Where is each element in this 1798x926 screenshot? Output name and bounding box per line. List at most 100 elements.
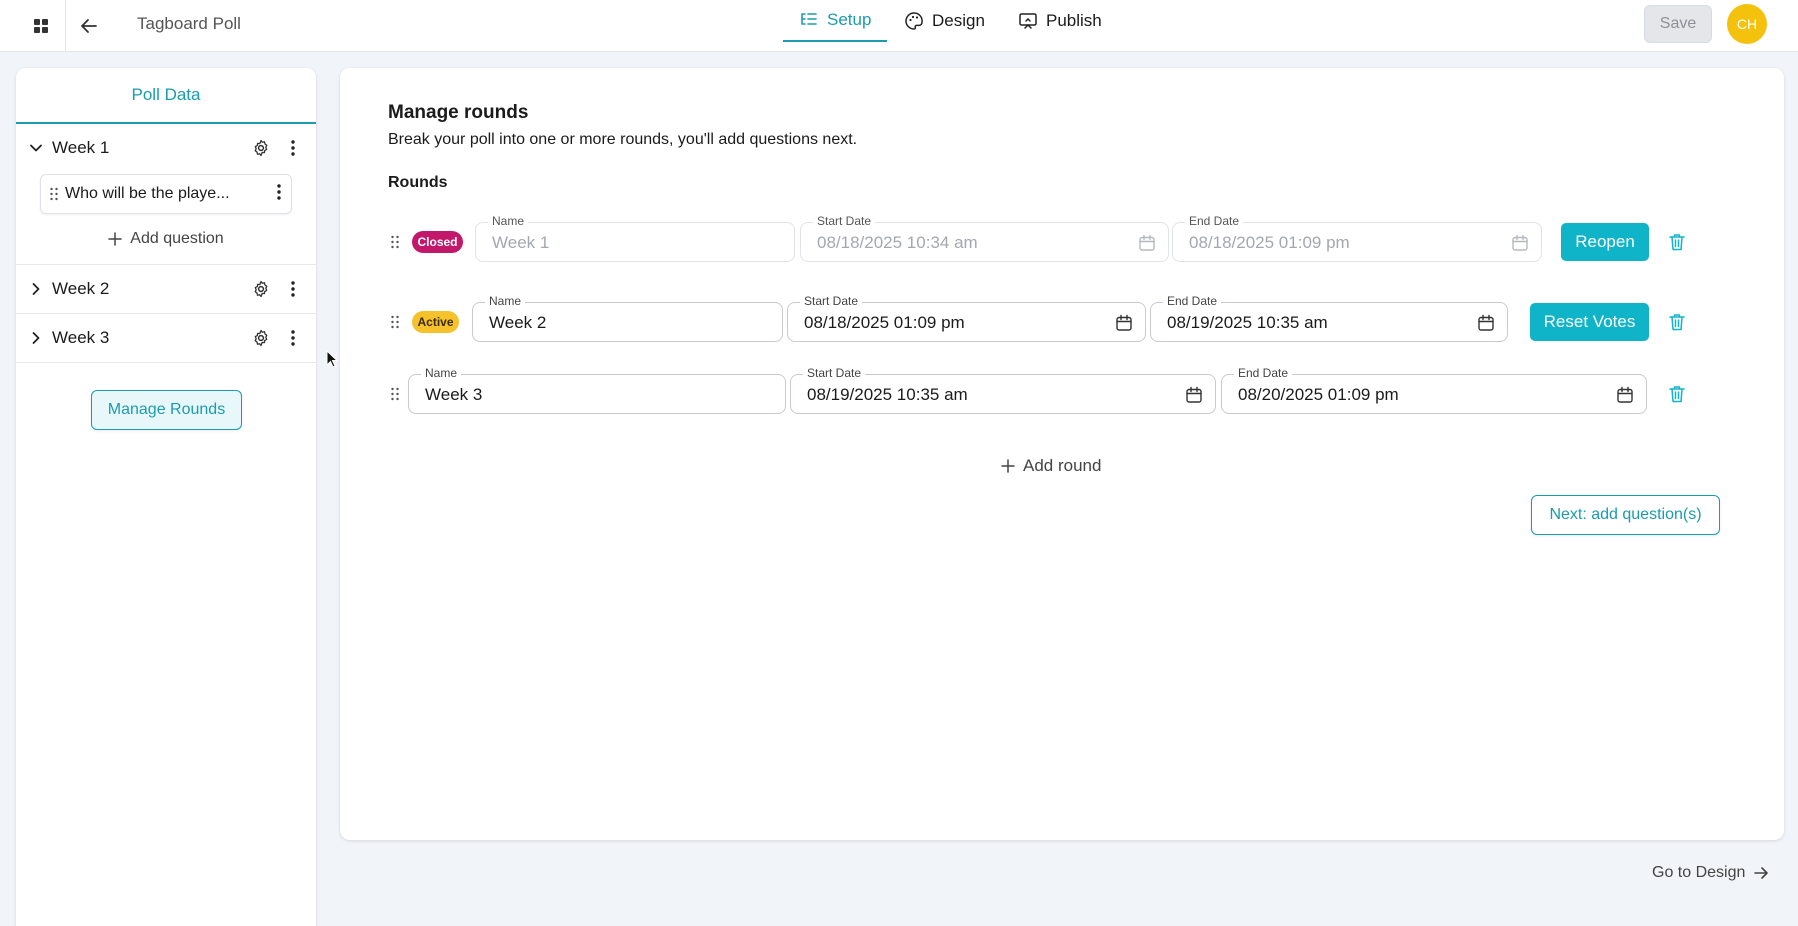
go-design-label: Go to Design [1652, 864, 1746, 881]
field-label: Name [488, 214, 529, 228]
status-badge-closed: Closed [412, 231, 463, 253]
sidebar-week-2: Week 2 [16, 265, 316, 314]
chevron-down-icon[interactable] [26, 138, 46, 158]
more-vertical-icon[interactable] [282, 278, 304, 300]
calendar-icon[interactable] [1138, 234, 1156, 252]
top-bar: Tagboard Poll Setup Design Publish Save … [0, 0, 1798, 52]
round-name-value: Week 3 [425, 385, 483, 404]
palette-icon [905, 12, 923, 30]
week-label: Week 1 [52, 138, 110, 157]
end-date-field[interactable]: End Date 08/20/2025 01:09 pm [1221, 366, 1647, 414]
add-question-button[interactable]: Add question [16, 214, 316, 264]
round-name-field[interactable]: Name Week 2 [472, 294, 783, 342]
reopen-button[interactable]: Reopen [1561, 223, 1649, 261]
calendar-icon[interactable] [1616, 386, 1634, 404]
calendar-icon[interactable] [1511, 234, 1529, 252]
save-button[interactable]: Save [1644, 5, 1712, 43]
manage-rounds-panel: Manage rounds Break your poll into one o… [340, 68, 1784, 840]
go-to-design-link[interactable]: Go to Design [1652, 864, 1769, 882]
question-label: Who will be the playe... [65, 185, 230, 202]
drag-handle-icon[interactable] [49, 186, 59, 207]
round-row: Name Week 3 Start Date 08/19/2025 10:35 … [388, 366, 1647, 414]
gear-icon[interactable] [250, 278, 272, 300]
drag-handle-icon[interactable] [388, 384, 402, 404]
field-label: End Date [1163, 294, 1222, 308]
calendar-icon[interactable] [1185, 386, 1203, 404]
tab-publish[interactable]: Publish [1018, 0, 1102, 42]
page-title: Manage rounds [388, 102, 529, 123]
apps-grid-icon[interactable] [27, 12, 55, 40]
avatar[interactable]: CH [1727, 4, 1767, 44]
add-round-label: Add round [1023, 456, 1102, 475]
gear-icon[interactable] [250, 327, 272, 349]
add-question-label: Add question [130, 230, 224, 247]
calendar-icon[interactable] [1477, 314, 1495, 332]
tab-label: Publish [1046, 11, 1102, 30]
trash-icon[interactable] [1667, 312, 1687, 332]
more-vertical-icon[interactable] [282, 137, 304, 159]
start-date-field[interactable]: Start Date 08/19/2025 10:35 am [790, 366, 1216, 414]
end-date-value: 08/18/2025 01:09 pm [1189, 233, 1350, 252]
tab-design[interactable]: Design [904, 0, 985, 42]
sidebar-tab-poll-data[interactable]: Poll Data [16, 68, 316, 124]
trash-icon[interactable] [1667, 232, 1687, 252]
sidebar-week-3: Week 3 [16, 314, 316, 363]
sidebar-week-1: Week 1 Who will be the playe... Add ques… [16, 124, 316, 265]
sidebar-item-week-3[interactable]: Week 3 [16, 314, 316, 362]
round-row: Active Name Week 2 Start Date 08/18/2025… [388, 294, 1548, 342]
more-vertical-icon[interactable] [277, 184, 281, 205]
end-date-field[interactable]: End Date 08/19/2025 10:35 am [1150, 294, 1508, 342]
start-date-value: 08/18/2025 01:09 pm [804, 313, 965, 332]
end-date-field[interactable]: End Date 08/18/2025 01:09 pm [1172, 214, 1542, 262]
tab-setup[interactable]: Setup [783, 0, 888, 42]
presentation-icon [1019, 13, 1037, 29]
chevron-right-icon[interactable] [26, 328, 46, 348]
more-vertical-icon[interactable] [282, 327, 304, 349]
start-date-field[interactable]: Start Date 08/18/2025 10:34 am [800, 214, 1169, 262]
drag-handle-icon[interactable] [388, 232, 402, 252]
plus-icon [108, 232, 123, 246]
end-date-value: 08/20/2025 01:09 pm [1238, 385, 1399, 404]
field-label: Start Date [800, 294, 863, 308]
divider [65, 0, 66, 52]
start-date-value: 08/19/2025 10:35 am [807, 385, 968, 404]
round-name-value: Week 1 [492, 233, 550, 252]
field-label: Name [421, 366, 462, 380]
week-label: Week 2 [52, 279, 110, 298]
rounds-heading: Rounds [388, 174, 448, 191]
gear-icon[interactable] [250, 137, 272, 159]
app-title: Tagboard Poll [137, 14, 241, 33]
field-label: Start Date [813, 214, 876, 228]
field-label: End Date [1185, 214, 1244, 228]
manage-rounds-button[interactable]: Manage Rounds [91, 390, 242, 430]
drag-handle-icon[interactable] [388, 312, 402, 332]
page-subtitle: Break your poll into one or more rounds,… [388, 131, 858, 148]
end-date-value: 08/19/2025 10:35 am [1167, 313, 1328, 332]
list-tree-icon [801, 13, 817, 25]
calendar-icon[interactable] [1115, 314, 1133, 332]
add-round-button[interactable]: Add round [1001, 456, 1101, 476]
field-label: Start Date [803, 366, 866, 380]
status-badge-active: Active [412, 311, 459, 333]
sidebar-item-week-2[interactable]: Week 2 [16, 265, 316, 313]
round-row: Closed Name Week 1 Start Date 08/18/2025… [388, 214, 1548, 262]
sidebar-question-item[interactable]: Who will be the playe... [40, 174, 292, 214]
round-name-field[interactable]: Name Week 1 [475, 214, 795, 262]
tab-label: Setup [827, 10, 872, 29]
next-add-questions-button[interactable]: Next: add question(s) [1531, 495, 1720, 535]
week-label: Week 3 [52, 328, 110, 347]
sidebar: Poll Data Week 1 Who will be the playe..… [16, 68, 316, 926]
trash-icon[interactable] [1667, 384, 1687, 404]
chevron-right-icon[interactable] [26, 279, 46, 299]
start-date-field[interactable]: Start Date 08/18/2025 01:09 pm [787, 294, 1146, 342]
field-label: End Date [1234, 366, 1293, 380]
back-arrow-icon[interactable] [75, 12, 103, 40]
reset-votes-button[interactable]: Reset Votes [1530, 303, 1649, 341]
start-date-value: 08/18/2025 10:34 am [817, 233, 978, 252]
plus-icon [1001, 459, 1015, 473]
field-label: Name [485, 294, 526, 308]
tab-label: Design [932, 11, 985, 30]
arrow-right-icon [1754, 867, 1769, 879]
sidebar-item-week-1[interactable]: Week 1 [16, 124, 316, 172]
round-name-field[interactable]: Name Week 3 [408, 366, 786, 414]
